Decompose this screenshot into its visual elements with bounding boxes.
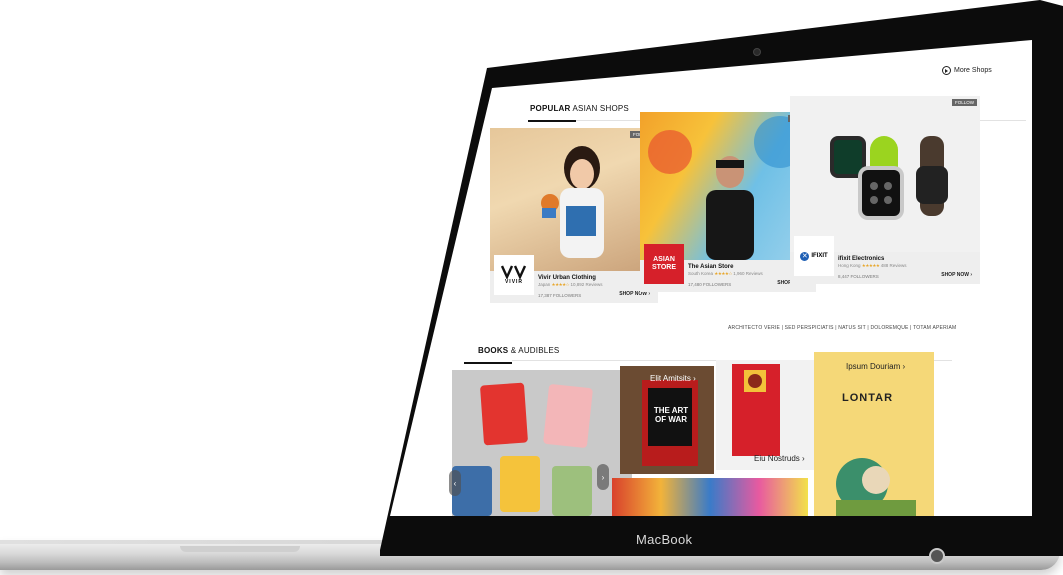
books-title-underline xyxy=(464,362,512,364)
followers-count: 8,447 FOLLOWERS xyxy=(838,274,879,279)
book-tile-comics[interactable] xyxy=(612,478,808,516)
rating-stars: ★★★★★ xyxy=(861,263,880,268)
rating-stars: ★★★★☆ xyxy=(551,282,570,287)
ifixit-logo: ✕ IFIXIT xyxy=(794,236,834,276)
shop-photo xyxy=(490,128,658,271)
carousel-next-button[interactable]: › xyxy=(597,464,609,490)
follow-button[interactable]: FOLLOW xyxy=(951,99,977,106)
books-section-title: BOOKS & AUDIBLES xyxy=(478,346,560,355)
shop-card-ifixit[interactable]: FOLLOW ✕ IFIXIT ifixit Electronics Hong … xyxy=(790,96,980,284)
shop-name[interactable]: Vivir Urban Clothing xyxy=(538,275,596,281)
play-icon xyxy=(942,66,951,75)
brand-label: MacBook xyxy=(636,532,693,547)
book-title[interactable]: Elit Amitsits › xyxy=(650,374,696,383)
carousel-prev-button[interactable]: ‹ xyxy=(449,470,461,496)
lontar-cover-text: LONTAR xyxy=(842,392,894,404)
power-button xyxy=(929,548,945,564)
popular-section-title: POPULAR ASIAN SHOPS xyxy=(530,104,629,113)
book-title[interactable]: Eiu Nostruds › xyxy=(754,454,805,463)
shop-meta: South Korea ★★★★☆ 1,960 Reviews xyxy=(688,271,763,276)
asian-store-logo: ASIAN STORE xyxy=(644,244,684,284)
shop-card-vivir[interactable]: FOLLOW VIVIR Vivir Urban Clothing Japan … xyxy=(490,128,658,303)
rating-stars: ★★★★☆ xyxy=(714,271,732,276)
shop-photo xyxy=(790,96,980,252)
camera-icon xyxy=(753,48,761,56)
vivir-logo: VIVIR xyxy=(494,255,534,295)
shop-name[interactable]: The Asian Store xyxy=(688,264,733,270)
popular-title-underline xyxy=(528,120,576,122)
shop-meta: Hong Kong ★★★★★ 488 Reviews xyxy=(838,263,907,268)
book-tile-flashcards[interactable] xyxy=(452,370,632,516)
laptop-notch xyxy=(180,546,300,552)
shop-name[interactable]: ifixit Electronics xyxy=(838,256,884,262)
book-categories[interactable]: ARCHITECTO VERIE | SED PERSPICIATIS | NA… xyxy=(728,325,956,331)
shop-now-button[interactable]: SHOP NOW › xyxy=(941,272,972,278)
ifixit-mark-icon: ✕ xyxy=(800,251,810,261)
more-shops-link[interactable]: More Shops xyxy=(942,66,992,75)
followers-count: 17,480 FOLLOWERS xyxy=(688,282,732,287)
followers-count: 17,387 FOLLOWERS xyxy=(538,293,582,298)
more-shops-label: More Shops xyxy=(954,67,992,74)
book-tile-lontar[interactable]: LONTAR xyxy=(814,352,934,516)
shop-meta: Japan ★★★★☆ 10,892 Reviews xyxy=(538,282,603,287)
book-title[interactable]: Ipsum Douriam › xyxy=(846,362,905,371)
art-of-war-cover-text: THE ART OF WAR xyxy=(653,406,689,424)
